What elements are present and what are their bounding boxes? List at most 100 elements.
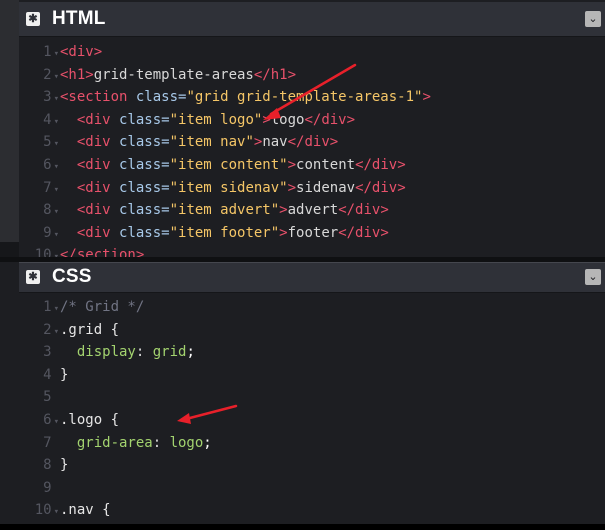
- code-token: "item advert": [169, 202, 280, 219]
- line-number-text: 4: [43, 366, 52, 383]
- line-number-text: 8: [43, 457, 52, 474]
- line-number-text: 7: [43, 434, 52, 451]
- fold-toggle-icon[interactable]: ▾: [54, 230, 59, 240]
- line-number-text: 5: [43, 134, 52, 151]
- line-number-text: 9: [43, 479, 52, 496]
- line-number: 10▾: [19, 499, 59, 523]
- code-token: </div>: [355, 157, 406, 173]
- gear-icon[interactable]: ✱: [26, 12, 40, 26]
- code-token: "item logo": [169, 111, 263, 128]
- code-text: <div class="item content">content</div>: [60, 154, 406, 176]
- code-token: >: [422, 89, 431, 106]
- line-number: 1 ▾: [19, 41, 59, 65]
- code-token: <div: [76, 134, 120, 151]
- fold-toggle-icon[interactable]: ▾: [54, 185, 59, 195]
- code-token: class=: [135, 89, 187, 106]
- line-number-text: 6: [43, 157, 52, 173]
- fold-toggle-icon[interactable]: ▾: [54, 94, 59, 104]
- code-token: .logo {: [60, 412, 120, 428]
- line-number-text: 2: [43, 321, 52, 338]
- line-number: 4: [19, 364, 59, 388]
- line-number: 3 ▾: [19, 86, 59, 110]
- line-number: 5 ▾: [19, 131, 59, 155]
- code-text: /* Grid */: [60, 296, 144, 318]
- fold-toggle-icon[interactable]: ▾: [54, 507, 59, 517]
- line-number-text: 5: [43, 389, 52, 406]
- line-number-text: 8: [43, 202, 52, 219]
- line-number: 4 ▾: [19, 109, 59, 133]
- chevron-down-icon[interactable]: ⌄: [585, 11, 601, 27]
- line-number: 6 ▾: [19, 154, 59, 178]
- line-number: 8 ▾: [19, 199, 59, 223]
- html-panel-title: HTML: [52, 8, 106, 29]
- code-text: grid-area: logo;: [60, 432, 212, 454]
- bottom-edge: [0, 524, 605, 530]
- line-number: 1 ▾: [19, 296, 59, 320]
- code-token: content: [296, 157, 356, 173]
- fold-toggle-icon[interactable]: ▾: [54, 417, 59, 427]
- line-number-text: 9: [43, 224, 52, 241]
- line-number-text: 6: [43, 412, 52, 428]
- code-text: <div class="item nav">nav</div>: [60, 131, 338, 153]
- line-number-text: 10: [34, 502, 52, 519]
- code-token: ;: [203, 434, 212, 451]
- code-text: <div class="item sidenav">sidenav</div>: [60, 177, 406, 199]
- code-token: advert: [287, 202, 339, 219]
- fold-toggle-icon[interactable]: ▾: [54, 162, 59, 172]
- line-number: 8: [19, 454, 59, 478]
- line-number-text: 2: [43, 66, 52, 83]
- code-text: <div class="item advert">advert</div>: [60, 199, 389, 221]
- line-number-text: 1: [43, 299, 52, 315]
- code-token: class=: [119, 202, 170, 219]
- code-token: .grid {: [60, 321, 120, 338]
- chevron-down-icon[interactable]: ⌄: [585, 269, 601, 285]
- line-number: 9: [19, 477, 59, 501]
- code-text: }: [60, 364, 68, 386]
- code-token: <div: [76, 157, 120, 173]
- code-text: }: [60, 454, 68, 476]
- line-number: 3: [19, 341, 59, 365]
- code-token: <div: [76, 179, 120, 196]
- code-token: >: [287, 179, 297, 196]
- fold-toggle-icon[interactable]: ▾: [54, 72, 59, 82]
- code-token: class=: [119, 179, 170, 196]
- gear-icon[interactable]: ✱: [26, 270, 40, 284]
- code-editor: ✱ HTML ⌄ 1 ▾ <div> 2 ▾ <h1>grid-template-area…: [0, 0, 605, 530]
- code-token: }: [60, 457, 69, 474]
- code-token: }: [60, 366, 69, 383]
- css-code-area[interactable]: 1 ▾/* Grid */2 ▾ .grid {3 display: grid; 4 }…: [19, 296, 605, 524]
- line-number: 6 ▾: [19, 409, 59, 433]
- code-token: grid: [152, 344, 187, 361]
- code-token: :: [135, 344, 153, 361]
- line-number: 5: [19, 386, 59, 410]
- css-panel-header: ✱ CSS ⌄: [19, 262, 605, 293]
- code-token: >: [287, 157, 297, 173]
- code-token: /* Grid */: [60, 299, 145, 315]
- fold-toggle-icon[interactable]: ▾: [54, 207, 59, 217]
- fold-toggle-icon[interactable]: ▾: [54, 304, 59, 314]
- fold-toggle-icon[interactable]: ▾: [54, 139, 59, 149]
- code-text: display: grid;: [60, 341, 195, 363]
- code-token: class=: [119, 157, 170, 173]
- line-number: 2 ▾: [19, 319, 59, 343]
- fold-toggle-icon[interactable]: ▾: [54, 117, 59, 127]
- left-edge-css: [0, 262, 19, 524]
- code-token: </div>: [338, 202, 389, 219]
- css-panel-title: CSS: [52, 266, 92, 287]
- fold-toggle-icon[interactable]: ▾: [54, 49, 59, 59]
- code-token: sidenav: [296, 179, 356, 196]
- code-token: </div>: [355, 179, 406, 196]
- code-text: .logo {: [60, 409, 119, 431]
- fold-toggle-icon[interactable]: ▾: [54, 327, 59, 337]
- code-token: footer: [287, 224, 339, 241]
